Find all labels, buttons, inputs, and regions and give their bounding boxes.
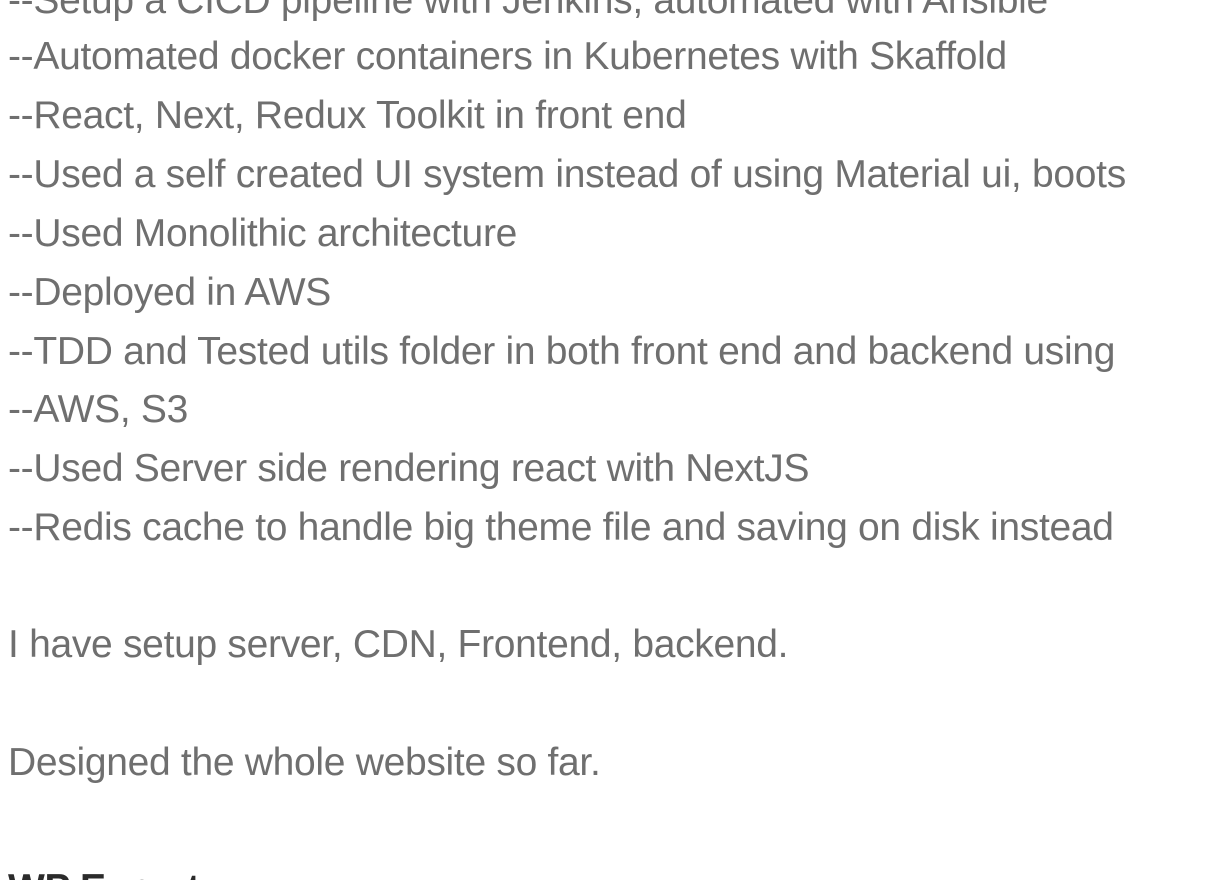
bullet-line: --React, Next, Redux Toolkit in front en…	[8, 94, 687, 137]
bullet-line: --Used Server side rendering react with …	[8, 447, 810, 490]
document-page: --Setup a CICD pipeline with Jenkins, au…	[0, 0, 1213, 880]
bullet-line: --Deployed in AWS	[8, 271, 331, 314]
bullet-line: --AWS, S3	[8, 388, 189, 431]
bullet-line: --Used a self created UI system instead …	[8, 153, 1126, 196]
design-paragraph: Designed the whole website so far.	[8, 741, 601, 784]
bullet-line: --Used Monolithic architecture	[8, 212, 518, 255]
bullet-line: --Setup a CICD pipeline with Jenkins, au…	[8, 0, 1048, 22]
setup-paragraph: I have setup server, CDN, Frontend, back…	[8, 623, 789, 666]
bullet-line: --Automated docker containers in Kuberne…	[8, 35, 1007, 78]
bullet-line: --TDD and Tested utils folder in both fr…	[8, 330, 1116, 373]
bullet-line: --Redis cache to handle big theme file a…	[8, 506, 1114, 549]
section-heading: WP Expert	[8, 866, 200, 880]
